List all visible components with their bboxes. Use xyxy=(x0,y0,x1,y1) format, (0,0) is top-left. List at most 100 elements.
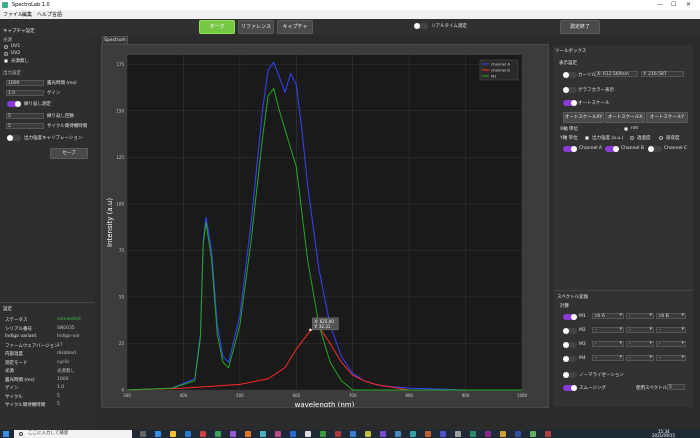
maximize-button[interactable]: ☐ xyxy=(671,1,676,8)
calc-operand-a-select[interactable]: ch A xyxy=(592,313,624,319)
info-key: サイクル間待機時間 xyxy=(5,403,46,408)
cursor-toggle[interactable] xyxy=(563,72,577,78)
autoscale-y-button[interactable]: オートスケールY xyxy=(646,112,688,123)
taskbar-app-icon[interactable] xyxy=(530,431,536,437)
y-axis-label: Y軸 単位 xyxy=(560,136,578,141)
y-axis-title: Intensity (a.u) xyxy=(106,198,114,247)
source-uv2-radio[interactable] xyxy=(4,52,8,56)
repeat-count-input[interactable]: 5 xyxy=(6,113,44,119)
autoscale-x-button[interactable]: オートスケールX xyxy=(605,112,645,123)
cursor-x-field[interactable]: X: 612.569nm xyxy=(595,71,638,77)
taskbar-app-icon[interactable] xyxy=(245,431,251,437)
taskbar-app-icon[interactable] xyxy=(455,431,461,437)
source-none-label: 光源無し xyxy=(11,59,29,64)
normalization-toggle[interactable] xyxy=(563,372,577,378)
end-measure-button[interactable]: 測定終了 xyxy=(560,20,600,34)
taskbar-app-icon[interactable] xyxy=(515,431,521,437)
taskbar-app-icon[interactable] xyxy=(395,431,401,437)
calc-operator-select[interactable]: - xyxy=(626,313,654,319)
channel-b-toggle[interactable] xyxy=(605,146,619,152)
channel-a-toggle[interactable] xyxy=(563,146,577,152)
taskbar-app-icon[interactable] xyxy=(440,431,446,437)
smoothing-toggle[interactable] xyxy=(563,385,577,391)
taskbar-app-icon[interactable] xyxy=(425,431,431,437)
calc-operand-a-select[interactable]: - xyxy=(592,341,624,347)
calc-operand-b-select[interactable]: - xyxy=(656,327,686,333)
taskbar-app-icon[interactable] xyxy=(155,431,161,437)
y-unit-absorbance-radio[interactable] xyxy=(659,136,663,140)
taskbar-app-icon[interactable] xyxy=(485,431,491,437)
autoscale-toggle[interactable] xyxy=(563,100,577,106)
menu-help[interactable]: ヘルプ xyxy=(37,11,52,18)
calc-row-toggle[interactable] xyxy=(563,342,577,348)
cursor-y-field[interactable]: Y: 216.587 xyxy=(641,71,684,77)
taskbar-app-icon[interactable] xyxy=(200,431,206,437)
taskbar-app-icon[interactable] xyxy=(260,431,266,437)
channel-c-toggle[interactable] xyxy=(648,146,662,152)
close-button[interactable]: ✕ xyxy=(686,1,691,8)
calc-operator-select[interactable]: - xyxy=(626,327,654,333)
save-button[interactable]: セーブ xyxy=(50,148,88,159)
taskbar-app-icon[interactable] xyxy=(305,431,311,437)
cycle-interval-input[interactable]: 5 xyxy=(6,123,44,129)
capture-settings-heading: キャプチャ設定 xyxy=(3,29,35,34)
calc-operand-b-select[interactable]: - xyxy=(656,355,686,361)
info-value: 1.0 xyxy=(57,385,65,390)
spectrum-chart[interactable]: 300 400 500 600 700 800 900 1000 0 25 50 75 100 125 15… xyxy=(102,45,548,409)
taskbar-app-icon[interactable] xyxy=(170,431,176,437)
calc-row-toggle[interactable] xyxy=(563,314,577,320)
calc-operand-b-select[interactable]: ch B xyxy=(656,313,686,319)
taskbar-app-icon[interactable] xyxy=(230,431,236,437)
reference-button[interactable]: リファレンス xyxy=(238,20,274,34)
calibration-toggle[interactable] xyxy=(7,135,21,141)
taskbar-app-icon[interactable] xyxy=(500,431,506,437)
smoothing-count-input[interactable]: 5 xyxy=(667,384,685,390)
windows-start-icon[interactable] xyxy=(3,431,9,437)
taskbar-app-icon[interactable] xyxy=(215,431,221,437)
divider xyxy=(0,302,95,303)
calc-operator-select[interactable]: - xyxy=(626,341,654,347)
gain-input[interactable]: 1.0 xyxy=(6,90,44,96)
calc-operand-a-select[interactable]: - xyxy=(592,327,624,333)
exposure-input[interactable]: 1000 xyxy=(6,80,44,86)
graph-color-toggle[interactable] xyxy=(563,87,577,93)
realtime-label: リアルタイム測定 xyxy=(431,24,467,29)
y-tick-label: 175 xyxy=(116,62,124,67)
menu-language[interactable]: 言語 xyxy=(52,11,62,18)
taskbar-app-icon[interactable] xyxy=(350,431,356,437)
source-none-radio[interactable] xyxy=(4,59,8,63)
taskbar-app-icon[interactable] xyxy=(140,431,146,437)
calc-row-name: M2 xyxy=(579,328,586,333)
calc-operand-b-select[interactable]: - xyxy=(656,341,686,347)
taskbar-app-icon[interactable] xyxy=(365,431,371,437)
calc-operand-a-select[interactable]: - xyxy=(592,355,624,361)
y-tick-label: 150 xyxy=(116,108,124,113)
menu-file[interactable]: ファイル xyxy=(3,11,23,18)
autoscale-xy-button[interactable]: オートスケールXY xyxy=(563,112,604,123)
taskbar-app-icon[interactable] xyxy=(185,431,191,437)
taskbar-app-icon[interactable] xyxy=(380,431,386,437)
realtime-toggle[interactable] xyxy=(414,23,428,29)
taskbar-app-icon[interactable] xyxy=(335,431,341,437)
taskbar-app-icon[interactable] xyxy=(320,431,326,437)
calc-row-toggle[interactable] xyxy=(563,328,577,334)
source-uv1-radio[interactable] xyxy=(4,45,8,49)
minimize-button[interactable]: — xyxy=(657,1,663,8)
y-unit-intensity-radio[interactable] xyxy=(585,136,589,140)
calc-operator-select[interactable]: - xyxy=(626,355,654,361)
calc-row-toggle[interactable] xyxy=(563,356,577,362)
taskbar-app-icon[interactable] xyxy=(290,431,296,437)
dark-button[interactable]: ダーク xyxy=(199,20,235,34)
taskbar-app-icon[interactable] xyxy=(470,431,476,437)
menu-edit[interactable]: 編集 xyxy=(22,11,32,18)
autoscale-label: オートスケール xyxy=(578,101,610,106)
y-unit-transmission-radio[interactable] xyxy=(630,136,634,140)
taskbar-app-icon[interactable] xyxy=(410,431,416,437)
taskbar-search-box[interactable]: ここに入力して検索 xyxy=(14,430,132,438)
repeat-toggle[interactable] xyxy=(7,101,21,107)
taskbar-app-icon[interactable] xyxy=(275,431,281,437)
x-unit-nm-radio[interactable] xyxy=(624,127,628,131)
legend-entry: channel A xyxy=(491,62,510,67)
capture-button[interactable]: キャプチャ xyxy=(277,20,313,34)
taskbar-app-icon[interactable] xyxy=(545,431,551,437)
